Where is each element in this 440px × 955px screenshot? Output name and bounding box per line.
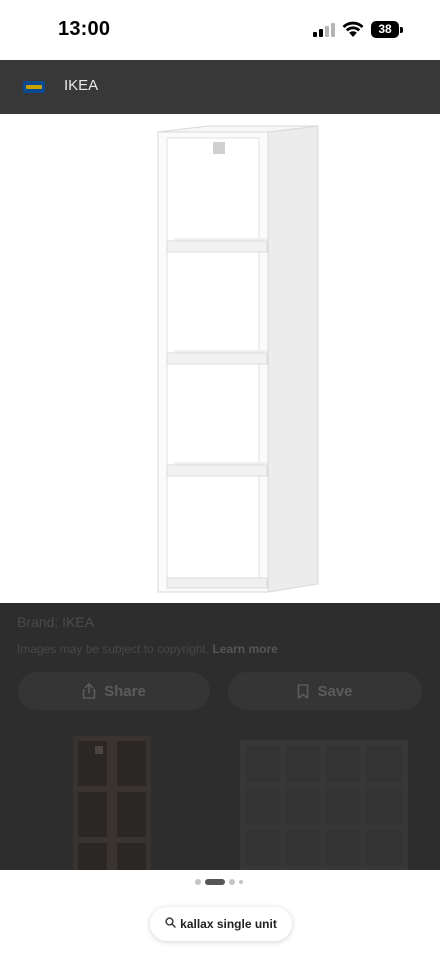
site-name[interactable]: IKEA [64,77,98,94]
save-button[interactable]: Save [228,672,422,710]
carousel-dot [195,879,201,885]
brand-text: Brand: IKEA [17,614,95,630]
status-time: 13:00 [58,18,111,40]
share-label: Share [104,682,146,700]
learn-more-link[interactable]: Learn more [212,642,277,656]
product-image[interactable] [150,122,322,594]
carousel-dot-active [205,879,225,885]
search-query-text: kallax single unit [180,917,277,931]
battery-icon: 38 [371,21,403,38]
save-label: Save [317,682,353,700]
share-icon [82,683,96,699]
bookmark-icon [297,683,309,699]
battery-level-text: 38 [378,22,392,36]
search-query-pill[interactable]: kallax single unit [150,907,292,941]
copyright-notice: Images may be subject to copyright. Lear… [17,642,278,656]
carousel-dot [239,880,243,884]
search-icon [165,917,176,931]
related-image-white-shelf[interactable] [240,740,408,870]
cellular-signal-icon [313,23,335,37]
share-button[interactable]: Share [18,672,210,710]
status-bar: 13:00 38 [0,0,440,60]
copyright-text: Images may be subject to copyright. [17,642,210,656]
ikea-logo-icon[interactable] [23,81,45,93]
wifi-icon [342,20,364,38]
carousel-dot [229,879,235,885]
related-image-dark-shelf[interactable] [73,736,151,870]
